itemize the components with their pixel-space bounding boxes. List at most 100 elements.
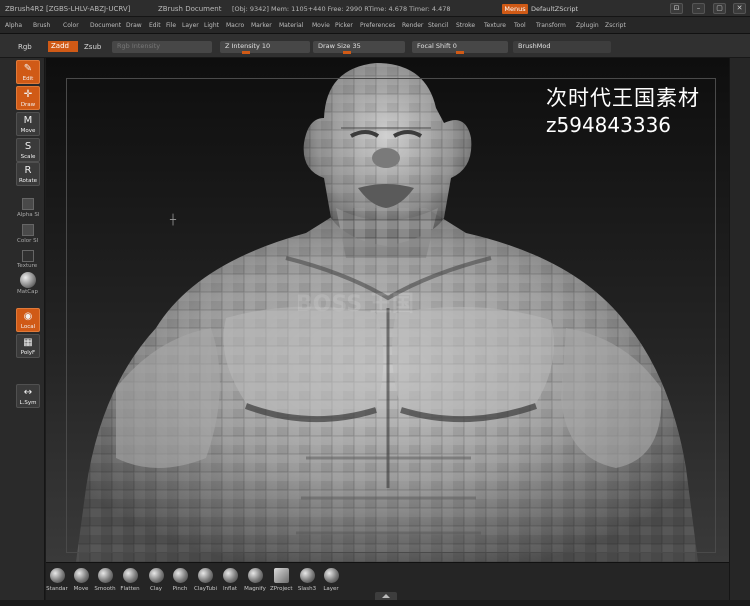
focal-shift-marker	[456, 51, 464, 54]
focal-shift-slider[interactable]: Focal Shift 0	[412, 41, 508, 54]
brush-inflat[interactable]: Inflat	[219, 568, 241, 592]
menu-material[interactable]: Material	[279, 22, 303, 29]
standard-brush-icon	[49, 568, 65, 583]
title-bar: ZBrush4R2 [ZGBS-LHLV-ABZJ-UCRV] ZBrush D…	[0, 0, 750, 17]
default-zscript-label[interactable]: DefaultZScript	[531, 5, 578, 13]
edit-icon: ✎	[23, 63, 33, 74]
scale-icon: S	[24, 141, 32, 152]
brush-slash3[interactable]: Slash3	[296, 568, 318, 592]
menu-render[interactable]: Render	[402, 22, 423, 29]
symmetry-icon: ↔	[23, 387, 33, 398]
brush-zproject[interactable]: ZProject	[270, 568, 293, 592]
draw-size-slider[interactable]: Draw Size 35	[313, 41, 405, 54]
app-title: ZBrush4R2 [ZGBS-LHLV-ABZJ-UCRV]	[5, 5, 131, 13]
menu-stroke[interactable]: Stroke	[456, 22, 475, 29]
edit-button[interactable]: ✎ Edit	[16, 60, 40, 84]
bottom-edge	[0, 600, 750, 606]
menu-file[interactable]: File	[166, 22, 176, 29]
brushmod-label: BrushMod	[518, 42, 551, 50]
menu-color[interactable]: Color	[63, 22, 79, 29]
menu-document[interactable]: Document	[90, 22, 121, 29]
move-icon: M	[23, 115, 33, 126]
menu-bar: Alpha Brush Color Document Draw Edit Fil…	[0, 17, 750, 34]
color-swatch[interactable]	[22, 224, 34, 236]
scale-button[interactable]: S Scale	[16, 138, 40, 162]
menus-button[interactable]: Menus	[502, 4, 528, 14]
cursor-crosshair-icon: ┼	[170, 215, 177, 226]
matcap-label: MatCap	[17, 289, 38, 295]
menu-draw[interactable]: Draw	[126, 22, 142, 29]
menu-preferences[interactable]: Preferences	[360, 22, 395, 29]
menu-alpha[interactable]: Alpha	[5, 22, 22, 29]
menu-marker[interactable]: Marker	[251, 22, 272, 29]
rotate-button[interactable]: R Rotate	[16, 162, 40, 186]
menu-movie[interactable]: Movie	[312, 22, 330, 29]
brush-pinch[interactable]: Pinch	[169, 568, 191, 592]
matcap-sphere-icon[interactable]	[20, 272, 36, 288]
color-label: Color Sl	[17, 238, 39, 244]
canvas-viewport[interactable]: ┼ BOSS 王国 次时代王国素材 z594843336	[46, 58, 729, 562]
brush-claytubes[interactable]: ClayTubi	[194, 568, 217, 592]
zproject-brush-icon	[273, 568, 289, 583]
rgb-intensity-label: Rgb Intensity	[117, 42, 161, 50]
menu-tool[interactable]: Tool	[514, 22, 526, 29]
draw-button[interactable]: ✛ Draw	[16, 86, 40, 110]
menu-brush[interactable]: Brush	[33, 22, 50, 29]
lock-icon[interactable]: ⊡	[670, 3, 683, 14]
texture-label: Texture	[17, 263, 38, 269]
texture-swatch[interactable]	[22, 250, 34, 262]
slash3-brush-icon	[299, 568, 315, 583]
menu-stencil[interactable]: Stencil	[428, 22, 448, 29]
brush-flatten[interactable]: Flatten	[119, 568, 141, 592]
brush-clay[interactable]: Clay	[145, 568, 167, 592]
local-button[interactable]: ◉ Local	[16, 308, 40, 332]
watermark-id: z594843336	[546, 113, 672, 137]
inflat-brush-icon	[222, 568, 238, 583]
lsym-button[interactable]: ↔ L.Sym	[16, 384, 40, 408]
polyf-button[interactable]: ▦ PolyF	[16, 334, 40, 358]
z-intensity-slider[interactable]: Z Intensity 10	[220, 41, 310, 54]
top-shelf: Rgb Zadd Zsub Rgb Intensity Z Intensity …	[0, 34, 750, 58]
brush-standard[interactable]: Standar	[46, 568, 68, 592]
flatten-brush-icon	[122, 568, 138, 583]
brush-smooth[interactable]: Smooth	[94, 568, 116, 592]
focal-shift-label: Focal Shift 0	[417, 42, 457, 50]
move-button[interactable]: M Move	[16, 112, 40, 136]
rgb-toggle[interactable]: Rgb	[18, 43, 32, 51]
brush-move[interactable]: Move	[70, 568, 92, 592]
menu-layer[interactable]: Layer	[182, 22, 199, 29]
rotate-icon: R	[24, 165, 32, 176]
menu-zscript[interactable]: Zscript	[605, 22, 626, 29]
move-brush-icon	[73, 568, 89, 583]
left-tray: ✎ Edit ✛ Draw M Move S Scale R Rotate Al…	[0, 58, 45, 600]
local-icon: ◉	[23, 311, 33, 322]
maximize-icon[interactable]: ▢	[713, 3, 726, 14]
right-tray[interactable]	[729, 58, 750, 600]
draw-size-label: Draw Size 35	[318, 42, 361, 50]
brushmod-slider[interactable]: BrushMod	[513, 41, 611, 53]
brush-layer[interactable]: Layer	[320, 568, 342, 592]
clay-brush-icon	[148, 568, 164, 583]
alpha-label: Alpha Sl	[17, 212, 40, 218]
zsub-toggle[interactable]: Zsub	[84, 43, 101, 51]
status-stats: [Obj: 9342] Mem: 1105+440 Free: 2990 RTi…	[232, 5, 451, 13]
minimize-icon[interactable]: –	[692, 3, 705, 14]
menu-edit[interactable]: Edit	[149, 22, 161, 29]
zadd-toggle[interactable]: Zadd	[48, 41, 78, 52]
menu-zplugin[interactable]: Zplugin	[576, 22, 599, 29]
brush-magnify[interactable]: Magnify	[244, 568, 266, 592]
layer-brush-icon	[323, 568, 339, 583]
menu-picker[interactable]: Picker	[335, 22, 353, 29]
claytubes-brush-icon	[197, 568, 213, 583]
menu-texture[interactable]: Texture	[484, 22, 506, 29]
rgb-intensity-slider[interactable]: Rgb Intensity	[112, 41, 212, 53]
close-icon[interactable]: ✕	[733, 3, 746, 14]
document-title: ZBrush Document	[158, 5, 222, 13]
draw-size-marker	[343, 51, 351, 54]
expand-tray-chevron-up-icon[interactable]	[375, 592, 397, 600]
menu-light[interactable]: Light	[204, 22, 219, 29]
menu-macro[interactable]: Macro	[226, 22, 244, 29]
menu-transform[interactable]: Transform	[536, 22, 566, 29]
alpha-swatch[interactable]	[22, 198, 34, 210]
z-intensity-label: Z Intensity 10	[225, 42, 271, 50]
